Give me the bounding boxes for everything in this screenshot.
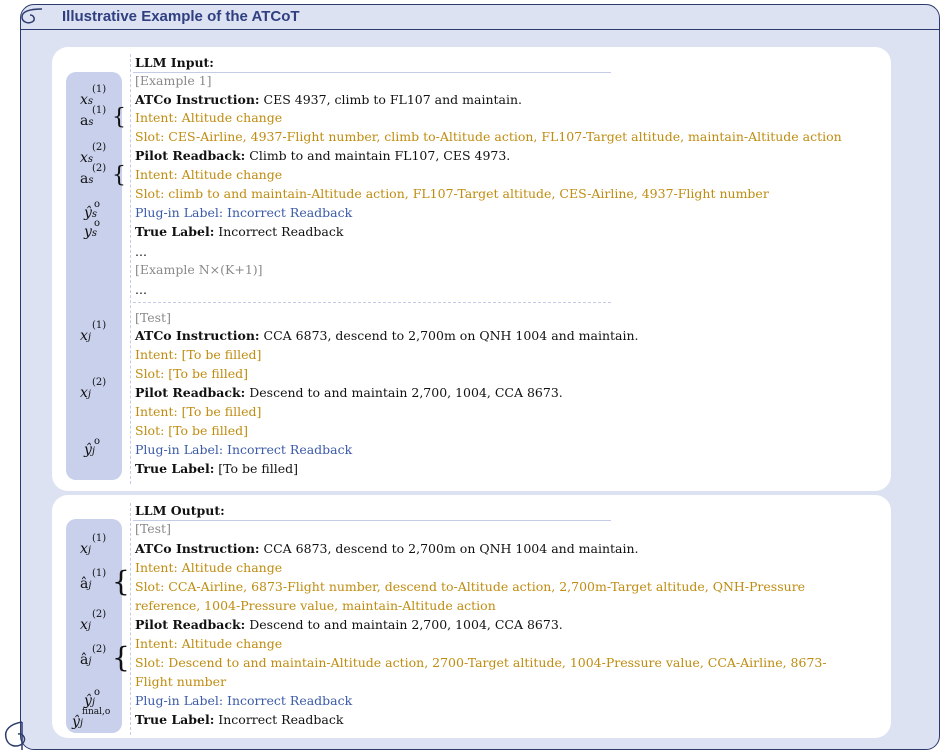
plugin-label-line: Plug-in Label: Incorrect Readback [135, 693, 353, 708]
var-x-j-1: xj (1) [80, 533, 107, 557]
intent-line: Intent: Altitude change [135, 167, 283, 182]
brace-icon: { [112, 565, 130, 598]
intent-line: Intent: Altitude change [135, 560, 283, 575]
pilot-readback-line: Pilot Readback: Climb to and maintain FL… [135, 148, 510, 164]
test-tag: [Test] [135, 521, 171, 536]
var-a-s-2: as (2) [80, 163, 107, 187]
line-text: Descend to and maintain 2,700, 1004, CCA… [245, 617, 563, 632]
scroll-curl-top-icon [21, 8, 43, 24]
var-x-j-2: xj (2) [80, 609, 107, 633]
slot-line-cont: Flight number [135, 674, 227, 689]
test-tag: [Test] [135, 310, 171, 325]
line-label: ATCo Instruction: [135, 541, 260, 556]
brace-icon: { [112, 641, 130, 674]
line-label: True Label: [135, 712, 215, 727]
variable-column-input [66, 72, 122, 480]
intent-line: Intent: [To be filled] [135, 404, 262, 419]
line-label: True Label: [135, 461, 215, 476]
line-text: Incorrect Readback [214, 224, 344, 239]
line-label: Pilot Readback: [135, 385, 246, 400]
var-y-s-o: ys o [84, 218, 101, 240]
pilot-readback-line: Pilot Readback: Descend to and maintain … [135, 617, 563, 633]
ellipsis: ... [135, 244, 147, 259]
slot-line: Slot: [To be filled] [135, 366, 249, 381]
divider [133, 520, 611, 521]
slot-line: Slot: climb to and maintain-Altitude act… [135, 186, 769, 201]
plugin-label-line: Plug-in Label: Incorrect Readback [135, 205, 353, 220]
figure-title: Illustrative Example of the ATCoT [62, 8, 300, 25]
var-ahat-j-2: âj (2) [80, 644, 107, 668]
intent-line: Intent: Altitude change [135, 636, 283, 651]
example-n-tag: [Example N×(K+1)] [135, 262, 263, 277]
var-yhat-j-final-o: ŷj final,o [72, 707, 111, 730]
column-divider [130, 54, 131, 484]
line-label: ATCo Instruction: [135, 92, 260, 107]
true-label-line: True Label: [To be filled] [135, 461, 298, 477]
line-label: Pilot Readback: [135, 148, 246, 163]
var-a-s-1: as (1) [80, 105, 107, 129]
line-text: Incorrect Readback [214, 712, 344, 727]
column-divider [130, 503, 131, 735]
pilot-readback-line: Pilot Readback: Descend to and maintain … [135, 385, 563, 401]
line-text: CES 4937, climb to FL107 and maintain. [259, 92, 523, 107]
intent-line: Intent: Altitude change [135, 110, 283, 125]
divider [133, 302, 611, 303]
scroll-curl-bottom-icon [4, 721, 26, 750]
slot-line: Slot: Descend to and maintain-Altitude a… [135, 655, 827, 670]
var-ahat-j-1: âj (1) [80, 568, 107, 592]
example-tag: [Example 1] [135, 73, 212, 88]
plugin-label-line: Plug-in Label: Incorrect Readback [135, 442, 353, 457]
var-yhat-j-o: ŷj o [84, 436, 101, 458]
atco-instruction-line: ATCo Instruction: CCA 6873, descend to 2… [135, 328, 639, 344]
brace-icon: { [112, 105, 126, 130]
atco-instruction-line: ATCo Instruction: CCA 6873, descend to 2… [135, 541, 639, 557]
true-label-line: True Label: Incorrect Readback [135, 712, 343, 728]
llm-input-heading: LLM Input: [135, 55, 214, 70]
slot-line: Slot: CES-Airline, 4937-Flight number, c… [135, 129, 842, 144]
line-label: ATCo Instruction: [135, 328, 260, 343]
brace-icon: { [112, 163, 126, 188]
var-x-j-1: xj (1) [80, 320, 107, 344]
atco-instruction-line: ATCo Instruction: CES 4937, climb to FL1… [135, 92, 522, 108]
line-text: Descend to and maintain 2,700, 1004, CCA… [245, 385, 563, 400]
line-label: True Label: [135, 224, 215, 239]
intent-line: Intent: [To be filled] [135, 347, 262, 362]
var-x-j-2: xj (2) [80, 377, 107, 401]
true-label-line: True Label: Incorrect Readback [135, 224, 343, 240]
line-text: CCA 6873, descend to 2,700m on QNH 1004 … [259, 328, 639, 343]
ellipsis: ... [135, 282, 147, 297]
slot-line: Slot: [To be filled] [135, 423, 249, 438]
line-label: Pilot Readback: [135, 617, 246, 632]
line-text: CCA 6873, descend to 2,700m on QNH 1004 … [259, 541, 639, 556]
line-text: [To be filled] [214, 461, 299, 476]
llm-output-heading: LLM Output: [135, 503, 225, 518]
line-text: Climb to and maintain FL107, CES 4973. [245, 148, 511, 163]
slot-line-cont: reference, 1004-Pressure value, maintain… [135, 598, 496, 613]
slot-line: Slot: CCA-Airline, 6873-Flight number, d… [135, 579, 806, 594]
